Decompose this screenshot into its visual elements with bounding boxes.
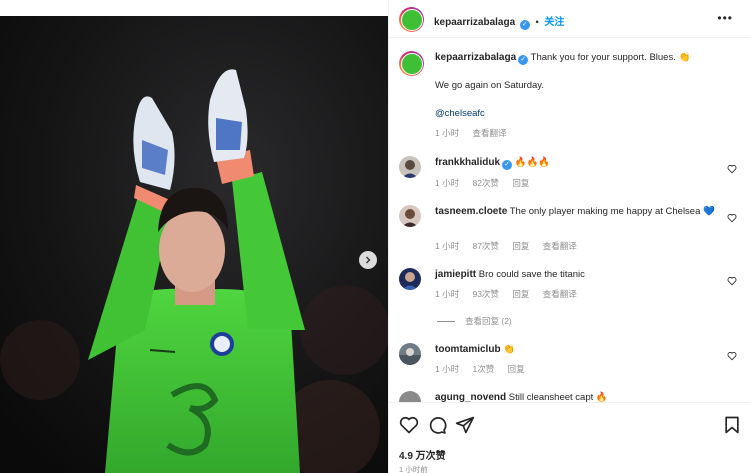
commenter-avatar[interactable]: [399, 343, 421, 365]
commenter-avatar[interactable]: [399, 268, 421, 290]
author-avatar[interactable]: [399, 7, 424, 32]
follow-button[interactable]: 关注: [544, 17, 564, 28]
commenter-avatar[interactable]: [399, 205, 421, 227]
comment-item: jamiepitt Bro could save the titanic 1 小…: [397, 268, 743, 304]
caption-block: kepaarrizabalaga ✓ Thank you for your sup…: [397, 51, 743, 141]
instagram-post-viewer: kepaarrizabalaga ✓ • 关注 ••• kepaarrizaba…: [0, 0, 750, 473]
translate-link[interactable]: 查看翻译: [543, 241, 577, 251]
comment-text: 🔥🔥🔥: [514, 157, 551, 168]
comment-text: Bro could save the titanic: [478, 269, 585, 280]
comment-icon[interactable]: [427, 415, 447, 435]
view-replies-label: 查看回复 (2): [465, 316, 512, 326]
post-time: 1 小时前: [399, 465, 428, 473]
post-side-panel: kepaarrizabalaga ✓ • 关注 ••• kepaarrizaba…: [388, 0, 750, 473]
comment-item: tasneem.cloete The only player making me…: [397, 205, 743, 255]
verified-badge-icon: ✓: [519, 20, 530, 30]
reply-button[interactable]: 回复: [508, 364, 525, 374]
view-replies-button[interactable]: 查看回复 (2): [437, 315, 512, 327]
heart-icon[interactable]: [727, 276, 737, 286]
caption-avatar[interactable]: [399, 51, 424, 76]
comment-likes[interactable]: 93次赞: [472, 289, 498, 299]
reply-button[interactable]: 回复: [512, 289, 529, 299]
post-actions-bar: 4.9 万次赞 1 小时前: [389, 402, 750, 473]
comment-meta: 1 小时 87次赞 回复 查看翻译: [435, 240, 588, 252]
comment-time: 1 小时: [435, 289, 460, 299]
replies-divider: [437, 321, 455, 323]
more-options-icon[interactable]: •••: [717, 12, 733, 24]
comment-time: 1 小时: [435, 241, 460, 251]
commenter-username[interactable]: tasneem.cloete: [435, 206, 507, 217]
comment-time: 1 小时: [435, 364, 460, 374]
bookmark-icon[interactable]: [722, 415, 742, 435]
commenter-username[interactable]: toomtamiclub: [435, 344, 501, 355]
heart-icon[interactable]: [727, 164, 737, 174]
comment-meta: 1 小时 1次赞 回复: [435, 363, 536, 375]
heart-icon[interactable]: [727, 213, 737, 223]
heart-icon[interactable]: [399, 415, 419, 435]
caption-time: 1 小时: [435, 128, 460, 138]
verified-badge-icon: ✓: [502, 160, 513, 170]
likes-count[interactable]: 4.9 万次赞: [399, 447, 446, 462]
comment-time: 1 小时: [435, 178, 460, 188]
commenter-username[interactable]: jamiepitt: [435, 269, 476, 280]
comment-likes[interactable]: 87次赞: [472, 241, 498, 251]
commenter-username[interactable]: agung_novend: [435, 392, 506, 402]
caption-line1: Thank you for your support. Blues.: [530, 52, 676, 63]
next-photo-button[interactable]: [359, 251, 377, 269]
caption-translate-link[interactable]: 查看翻译: [472, 128, 506, 138]
reply-button[interactable]: 回复: [512, 178, 529, 188]
caption-line2: We go again on Saturday.: [435, 80, 544, 91]
post-header: kepaarrizabalaga ✓ • 关注 •••: [389, 0, 750, 38]
caption-mention-link[interactable]: @chelseafc: [435, 107, 725, 121]
commenter-avatar[interactable]: [399, 391, 421, 402]
translate-link[interactable]: 查看翻译: [543, 289, 577, 299]
verified-badge-icon: ✓: [518, 55, 529, 65]
comment-text: Still cleansheet capt 🔥: [508, 392, 608, 402]
follow-separator: •: [535, 17, 539, 28]
clap-emoji: 👏: [678, 52, 691, 63]
comment-text: 👏: [503, 344, 516, 355]
comment-item: frankkhaliduk ✓ 🔥🔥🔥 1 小时 82次赞 回复: [397, 156, 743, 192]
caption-meta: 1 小时 查看翻译: [435, 127, 517, 139]
comment-item: agung_novend Still cleansheet capt 🔥: [397, 391, 743, 402]
author-username[interactable]: kepaarrizabalaga: [434, 17, 515, 28]
heart-icon[interactable]: [727, 351, 737, 361]
comments-list[interactable]: kepaarrizabalaga ✓ Thank you for your sup…: [389, 39, 750, 402]
caption-username[interactable]: kepaarrizabalaga: [435, 52, 516, 63]
goalkeeper-photo: [0, 16, 388, 473]
caption-text: kepaarrizabalaga ✓ Thank you for your sup…: [435, 51, 725, 65]
comment-meta: 1 小时 82次赞 回复: [435, 177, 540, 189]
commenter-username[interactable]: frankkhaliduk: [435, 157, 500, 168]
post-photo[interactable]: [0, 0, 388, 473]
comment-item: toomtamiclub 👏 1 小时 1次赞 回复: [397, 343, 743, 379]
comment-meta: 1 小时 93次赞 回复 查看翻译: [435, 288, 588, 300]
commenter-avatar[interactable]: [399, 156, 421, 178]
comment-text: The only player making me happy at Chels…: [509, 206, 715, 217]
comment-likes[interactable]: 1次赞: [472, 364, 494, 374]
comment-likes[interactable]: 82次赞: [472, 178, 498, 188]
chevron-right-icon: [366, 256, 371, 264]
reply-button[interactable]: 回复: [512, 241, 529, 251]
paper-plane-icon[interactable]: [455, 415, 475, 435]
